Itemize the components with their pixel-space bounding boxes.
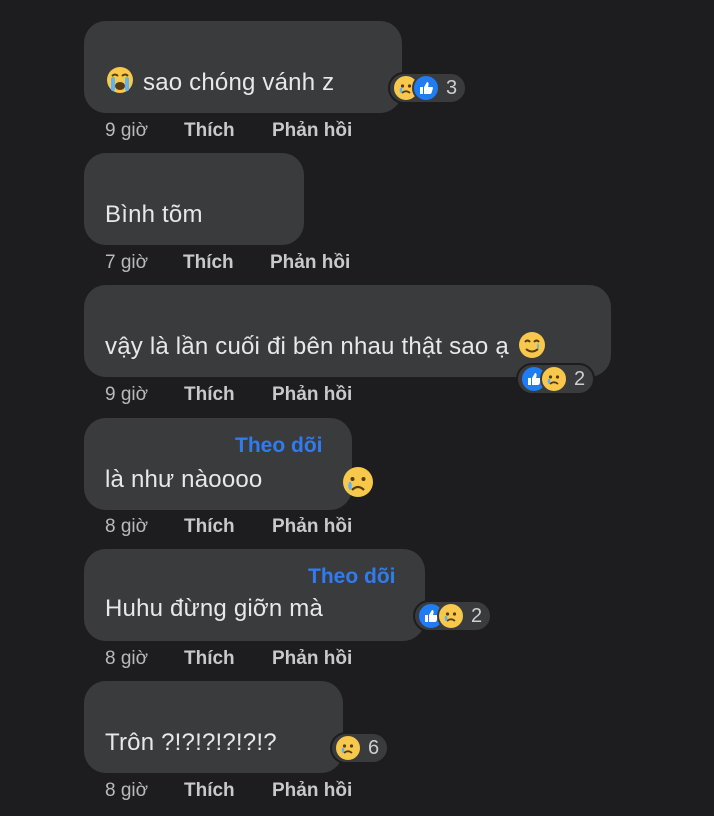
- like-button[interactable]: Thích: [183, 252, 234, 274]
- reaction-summary[interactable]: 2: [516, 363, 596, 395]
- comment-text: Trôn ?!?!?!?!?!?: [105, 729, 277, 756]
- comment-text: sao chóng vánh z: [105, 66, 334, 97]
- comment-time: 9 giờ: [105, 384, 149, 405]
- sad-face-icon: [437, 602, 465, 630]
- comment-text: là như nàoooo: [105, 466, 263, 493]
- reply-button[interactable]: Phản hồi: [272, 384, 352, 406]
- reaction-count: 6: [368, 736, 380, 759]
- comment-bubble: sao chóng vánh z: [84, 21, 402, 113]
- comment-text: vậy là lần cuối đi bên nhau thật sao ạ: [105, 331, 547, 361]
- comment-time: 7 giờ: [105, 252, 149, 273]
- reply-button[interactable]: Phản hồi: [272, 780, 352, 802]
- reply-button[interactable]: Phản hồi: [272, 516, 352, 538]
- reaction-count: 2: [574, 367, 586, 390]
- comment-text: Bình tõm: [105, 201, 203, 228]
- comment-bubble: Theo dõi Huhu đừng giỡn mà: [84, 549, 425, 641]
- like-button[interactable]: Thích: [184, 516, 235, 538]
- smiling-with-tear-icon: [518, 331, 545, 358]
- comment-time: 8 giờ: [105, 516, 149, 537]
- comment-text: Huhu đừng giỡn mà: [105, 595, 323, 622]
- reaction-summary[interactable]: 2: [413, 600, 493, 632]
- sad-face-icon: [343, 467, 373, 497]
- comment-bubble: Bình tõm: [84, 153, 304, 245]
- like-button[interactable]: Thích: [184, 648, 235, 670]
- reaction-summary[interactable]: 6: [330, 732, 390, 764]
- loudly-crying-face-icon: [107, 66, 133, 93]
- sad-face-icon: [540, 365, 568, 393]
- like-button[interactable]: Thích: [184, 120, 235, 142]
- comment-thread: sao chóng vánh z 3 9 giờ Thích Phản hồi …: [0, 0, 714, 816]
- reaction-count: 2: [471, 604, 483, 627]
- like-button[interactable]: Thích: [184, 384, 235, 406]
- comment-time: 9 giờ: [105, 120, 149, 141]
- reaction-summary[interactable]: 3: [388, 72, 468, 104]
- like-button[interactable]: Thích: [184, 780, 235, 802]
- reply-button[interactable]: Phản hồi: [270, 252, 350, 274]
- sad-face-icon: [334, 734, 362, 762]
- comment-bubble: Theo dõi là như nàoooo: [84, 418, 352, 510]
- comment-bubble: Trôn ?!?!?!?!?!?: [84, 681, 343, 773]
- reaction-count: 3: [446, 76, 458, 99]
- like-icon: [412, 74, 440, 102]
- comment-time: 8 giờ: [105, 780, 149, 801]
- reply-button[interactable]: Phản hồi: [272, 120, 352, 142]
- comment-time: 8 giờ: [105, 648, 149, 669]
- follow-link[interactable]: Theo dõi: [308, 565, 396, 589]
- follow-link[interactable]: Theo dõi: [235, 434, 323, 458]
- reply-button[interactable]: Phản hồi: [272, 648, 352, 670]
